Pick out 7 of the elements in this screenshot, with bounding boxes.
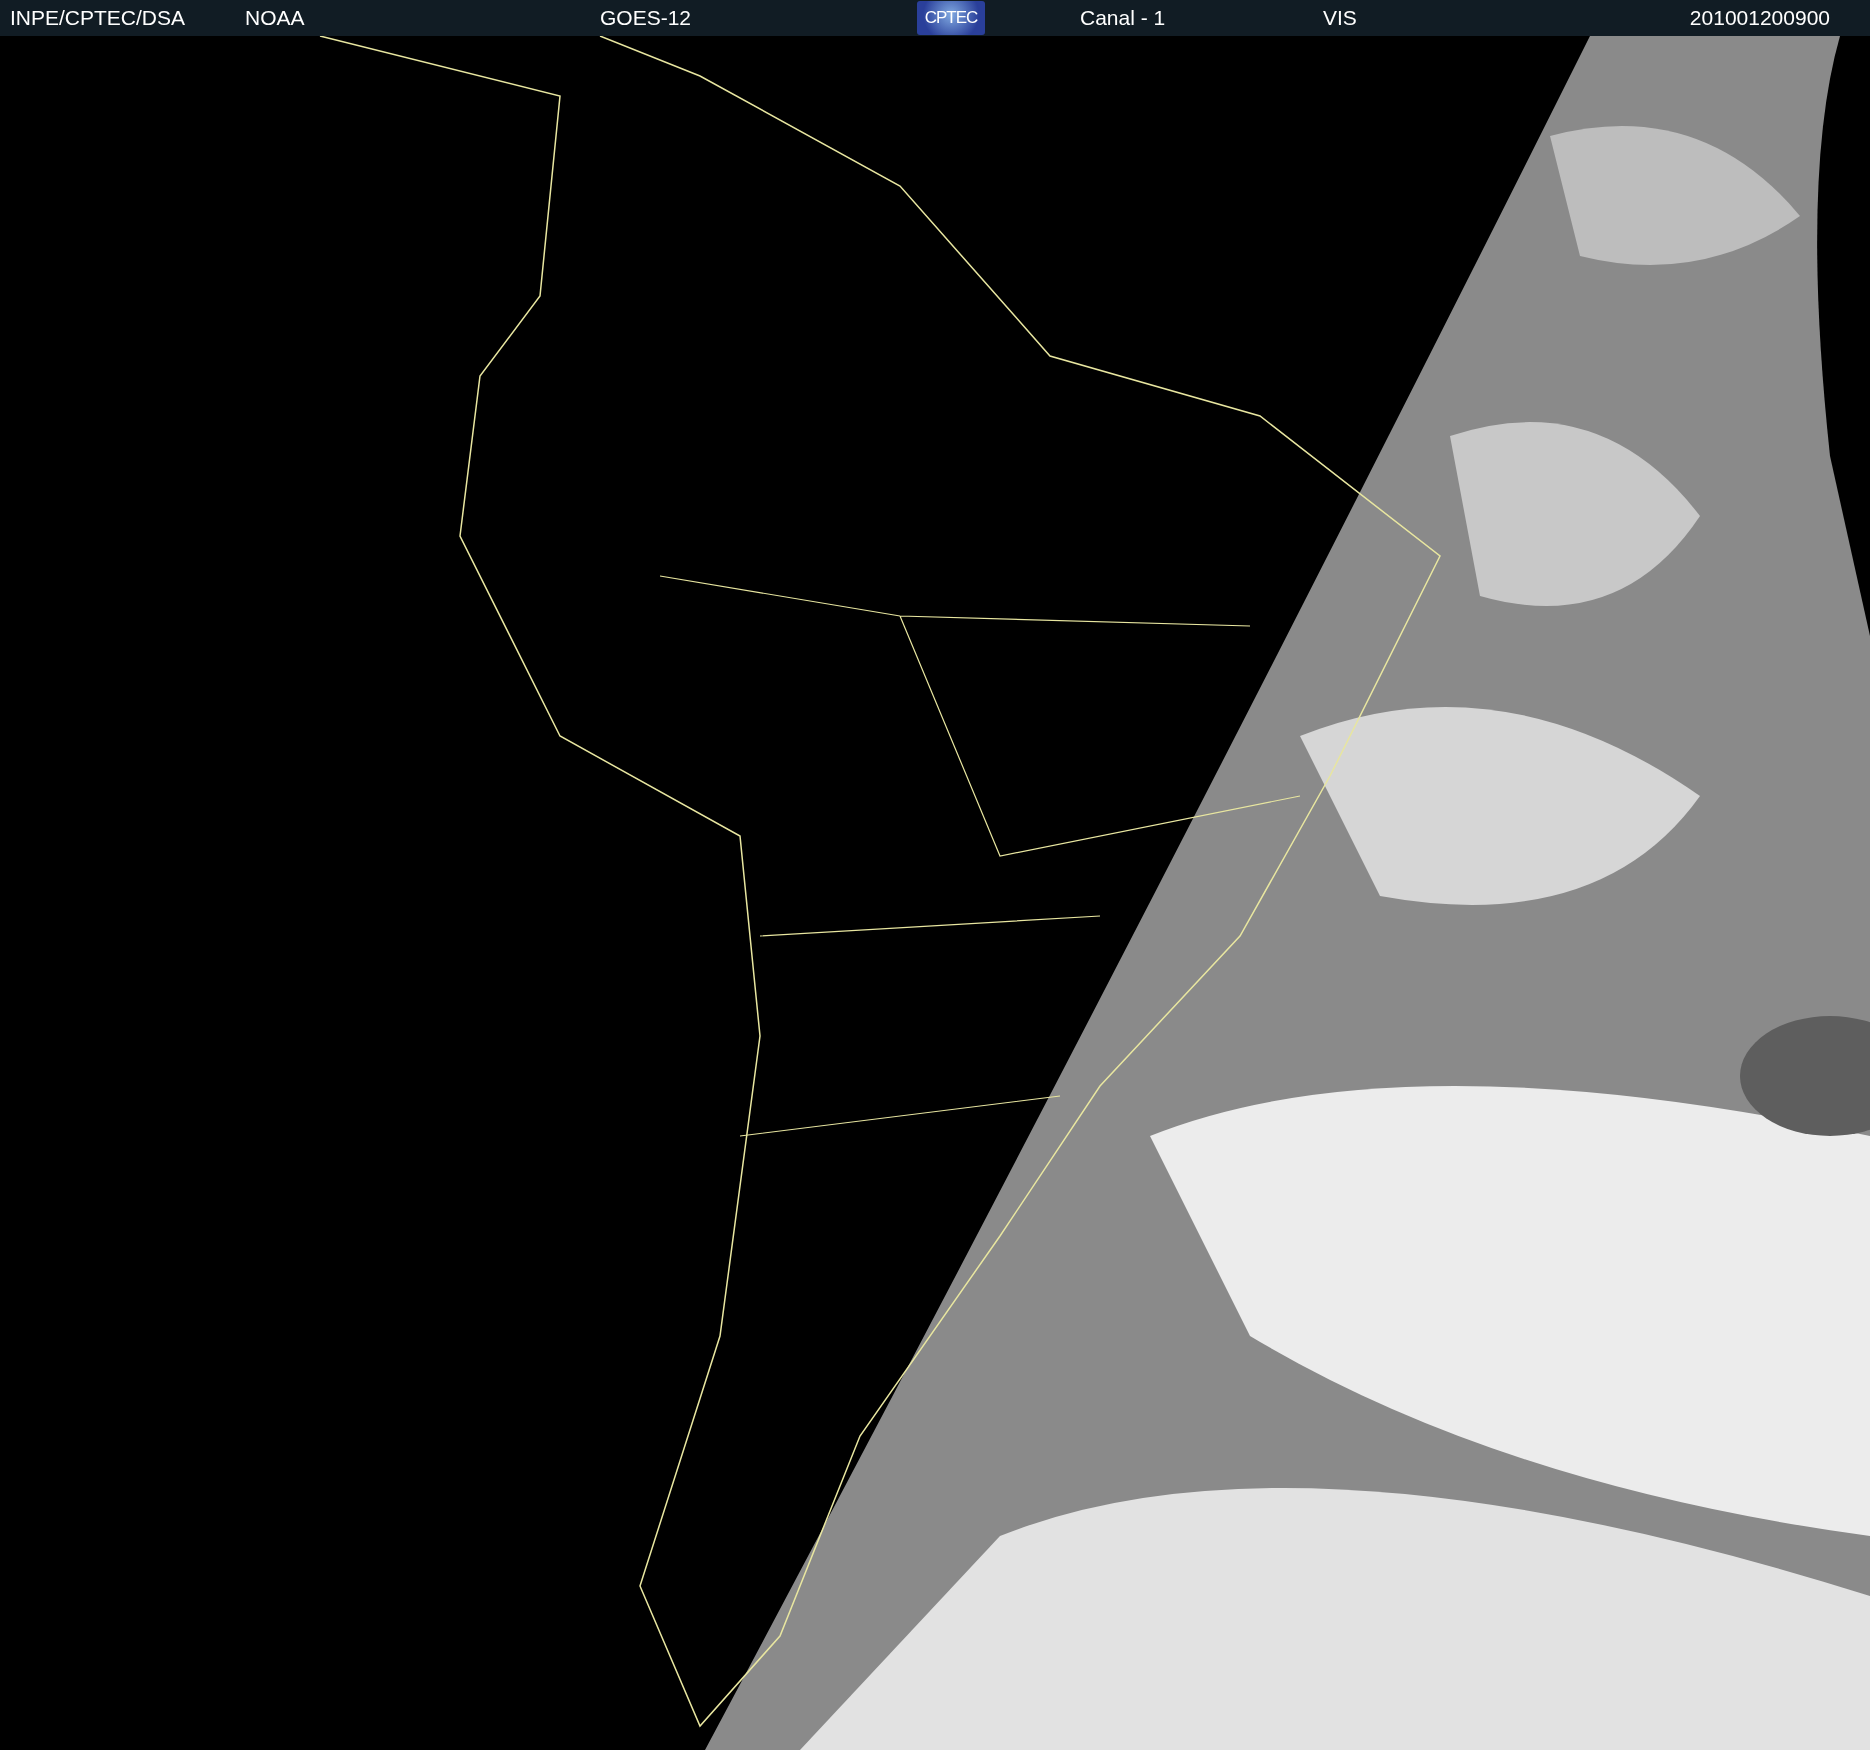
- header-label: VIS: [1323, 6, 1357, 30]
- logo: CPTEC: [917, 1, 985, 35]
- header-label: NOAA: [245, 6, 305, 30]
- header-label: GOES-12: [600, 6, 692, 30]
- header-label: INPE/CPTEC/DSA: [10, 6, 186, 30]
- header-label: Canal - 1: [1080, 6, 1166, 30]
- header-label: 201001200900: [1689, 6, 1830, 30]
